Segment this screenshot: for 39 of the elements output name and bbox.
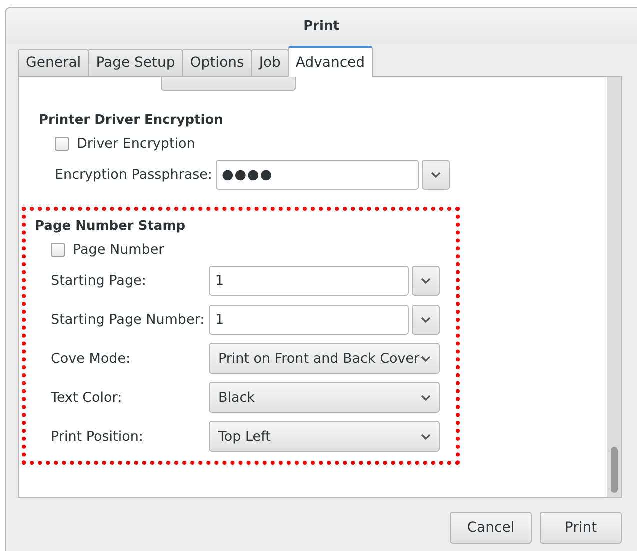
chevron-down-icon (421, 356, 431, 362)
chevron-down-icon (421, 394, 431, 400)
checkbox-label: Driver Encryption (77, 136, 196, 152)
chevron-down-icon (431, 172, 441, 178)
dialog-button[interactable]: Print (540, 512, 622, 544)
tab[interactable]: Job (251, 49, 289, 76)
field-label: Cove Mode: (51, 350, 132, 366)
checkbox[interactable] (51, 243, 65, 257)
field-label: Text Color: (51, 390, 124, 406)
dropdown[interactable]: Top Left (209, 421, 440, 452)
checkbox-label: Page Number (73, 242, 164, 258)
scrollbar[interactable] (607, 77, 621, 497)
checkbox-row[interactable]: Driver Encryption (55, 136, 587, 152)
input-field[interactable]: ●●●● (216, 160, 419, 190)
window-title: Print (304, 18, 340, 34)
dropdown-button[interactable] (412, 304, 440, 334)
dropdown-button[interactable] (422, 160, 450, 190)
dropdown-button[interactable] (412, 266, 440, 296)
field-label: Encryption Passphrase: (55, 166, 214, 182)
field-label: Print Position: (51, 428, 144, 444)
checkbox-row[interactable]: Page Number (51, 242, 440, 258)
tab[interactable]: Page Setup (88, 49, 184, 76)
chevron-down-icon (421, 278, 432, 284)
chevron-down-icon (421, 316, 432, 322)
scrollbar-thumb[interactable] (610, 447, 618, 493)
tab[interactable]: Options (182, 49, 252, 76)
chevron-down-icon (421, 434, 431, 440)
section-heading: Page Number Stamp (35, 219, 187, 234)
section-heading: Printer Driver Encryption (39, 113, 224, 128)
input-field[interactable]: 1 (209, 266, 410, 296)
field-label: Starting Page Number: (51, 312, 206, 328)
tab[interactable]: General (18, 49, 90, 76)
tab[interactable]: Advanced (288, 46, 374, 77)
dropdown[interactable]: Print on Front and Back Cover (209, 343, 440, 374)
input-field[interactable]: 1 (209, 304, 410, 334)
dialog-button[interactable]: Cancel (450, 512, 532, 544)
field-label: Starting Page: (51, 272, 148, 288)
dropdown[interactable]: Black (209, 382, 440, 413)
checkbox[interactable] (55, 137, 69, 151)
